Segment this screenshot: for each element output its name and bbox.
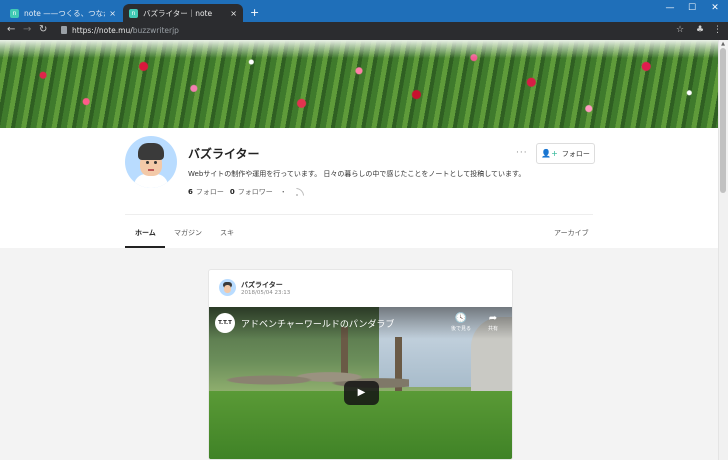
lock-icon: [61, 26, 67, 34]
post-author[interactable]: バズライター: [241, 280, 283, 290]
cover-sky: [0, 40, 718, 58]
add-user-icon: 👤+: [541, 149, 558, 158]
avatar[interactable]: [125, 136, 177, 188]
post-card[interactable]: バズライター 2018/05/04 23:13 T.T.T アドベンチャーワール…: [208, 269, 513, 460]
minimize-icon[interactable]: —: [660, 3, 680, 13]
url-host: https://note.mu/: [72, 26, 133, 35]
maximize-icon[interactable]: ☐: [682, 3, 702, 13]
follow-button[interactable]: 👤+ フォロー: [536, 143, 595, 164]
browser-menu-icon[interactable]: ⋮: [713, 25, 722, 35]
scroll-up-icon[interactable]: ▲: [719, 40, 727, 48]
reload-icon[interactable]: ↻: [39, 24, 47, 35]
browser-tab-buzzwriter[interactable]: n バズライター｜note ×: [123, 4, 243, 22]
url-path: buzzwriterjp: [132, 26, 179, 35]
tab-title: バズライター｜note: [143, 8, 213, 18]
note-favicon-icon: n: [10, 8, 19, 18]
page-viewport: バズライター Webサイトの制作や運用を行っています。 日々の暮らしの中で感じた…: [0, 40, 728, 460]
avatar-mouth: [148, 169, 154, 171]
avatar-hair: [138, 143, 164, 160]
back-arrow-icon[interactable]: ←: [7, 24, 15, 35]
more-options-icon[interactable]: ···: [516, 148, 528, 158]
post-date: 2018/05/04 23:13: [241, 290, 291, 296]
profile-name: バズライター: [188, 147, 260, 161]
video-embed[interactable]: T.T.T アドベンチャーワールドのパンダラブ 🕓 後で見る ➦ 共有 ▶: [209, 307, 512, 459]
browser-titlebar: n note ——つくる、つながる、とどける。 × n バズライター｜note …: [0, 0, 728, 22]
browser-toolbar: ← → ↻ https://note.mu/buzzwriterjp ☆ ♣ ⋮: [0, 22, 728, 40]
tab-home[interactable]: ホーム: [135, 228, 156, 238]
tab-title: note ——つくる、つながる、とどける。: [24, 8, 105, 18]
close-icon[interactable]: ×: [109, 9, 116, 18]
rss-icon[interactable]: [295, 188, 304, 196]
tab-magazine[interactable]: マガジン: [174, 228, 202, 238]
profile-nav-tabs: ホーム マガジン スキ アーカイブ: [0, 216, 718, 248]
followers-label[interactable]: フォロワー: [238, 187, 273, 197]
tab-suki[interactable]: スキ: [220, 228, 234, 238]
channel-logo[interactable]: T.T.T: [215, 313, 235, 333]
followers-count[interactable]: 0: [230, 188, 235, 196]
avatar-body: [134, 174, 168, 188]
address-bar[interactable]: https://note.mu/buzzwriterjp: [72, 26, 179, 35]
tab-archive[interactable]: アーカイブ: [554, 228, 589, 238]
avatar[interactable]: [219, 279, 236, 296]
play-button[interactable]: ▶: [344, 381, 379, 405]
profile-stats: 6 フォロー 0 フォロワー ・: [188, 187, 304, 197]
scrollbar-thumb[interactable]: [720, 48, 726, 193]
watch-later-button[interactable]: 🕓 後で見る: [448, 313, 474, 332]
watch-later-label: 後で見る: [450, 326, 471, 332]
video-title[interactable]: アドベンチャーワールドのパンダラブ: [241, 317, 394, 330]
following-count[interactable]: 6: [188, 188, 193, 196]
active-tab-indicator: [125, 246, 165, 248]
share-button[interactable]: ➦ 共有: [480, 313, 506, 332]
share-label: 共有: [487, 326, 498, 332]
share-icon: ➦: [488, 313, 498, 324]
divider: [125, 214, 593, 215]
stats-separator: ・: [279, 188, 287, 196]
profile-bio: Webサイトの制作や運用を行っています。 日々の暮らしの中で感じたことをノートと…: [188, 170, 526, 178]
new-tab-plus-icon[interactable]: +: [250, 6, 259, 19]
avatar-eye: [146, 161, 149, 164]
note-favicon-icon: n: [129, 8, 138, 18]
forward-arrow-icon[interactable]: →: [23, 24, 31, 35]
cover-image: [0, 40, 718, 128]
follow-button-label: フォロー: [561, 149, 590, 158]
bookmark-star-icon[interactable]: ☆: [676, 25, 684, 35]
clock-icon: 🕓: [454, 313, 468, 324]
following-label[interactable]: フォロー: [196, 187, 224, 197]
browser-tab-note-home[interactable]: n note ——つくる、つながる、とどける。 ×: [4, 4, 122, 22]
close-icon[interactable]: ×: [230, 9, 237, 18]
avatar-eye: [154, 161, 157, 164]
window-close-icon[interactable]: ✕: [705, 3, 725, 13]
extension-icon[interactable]: ♣: [696, 25, 704, 35]
